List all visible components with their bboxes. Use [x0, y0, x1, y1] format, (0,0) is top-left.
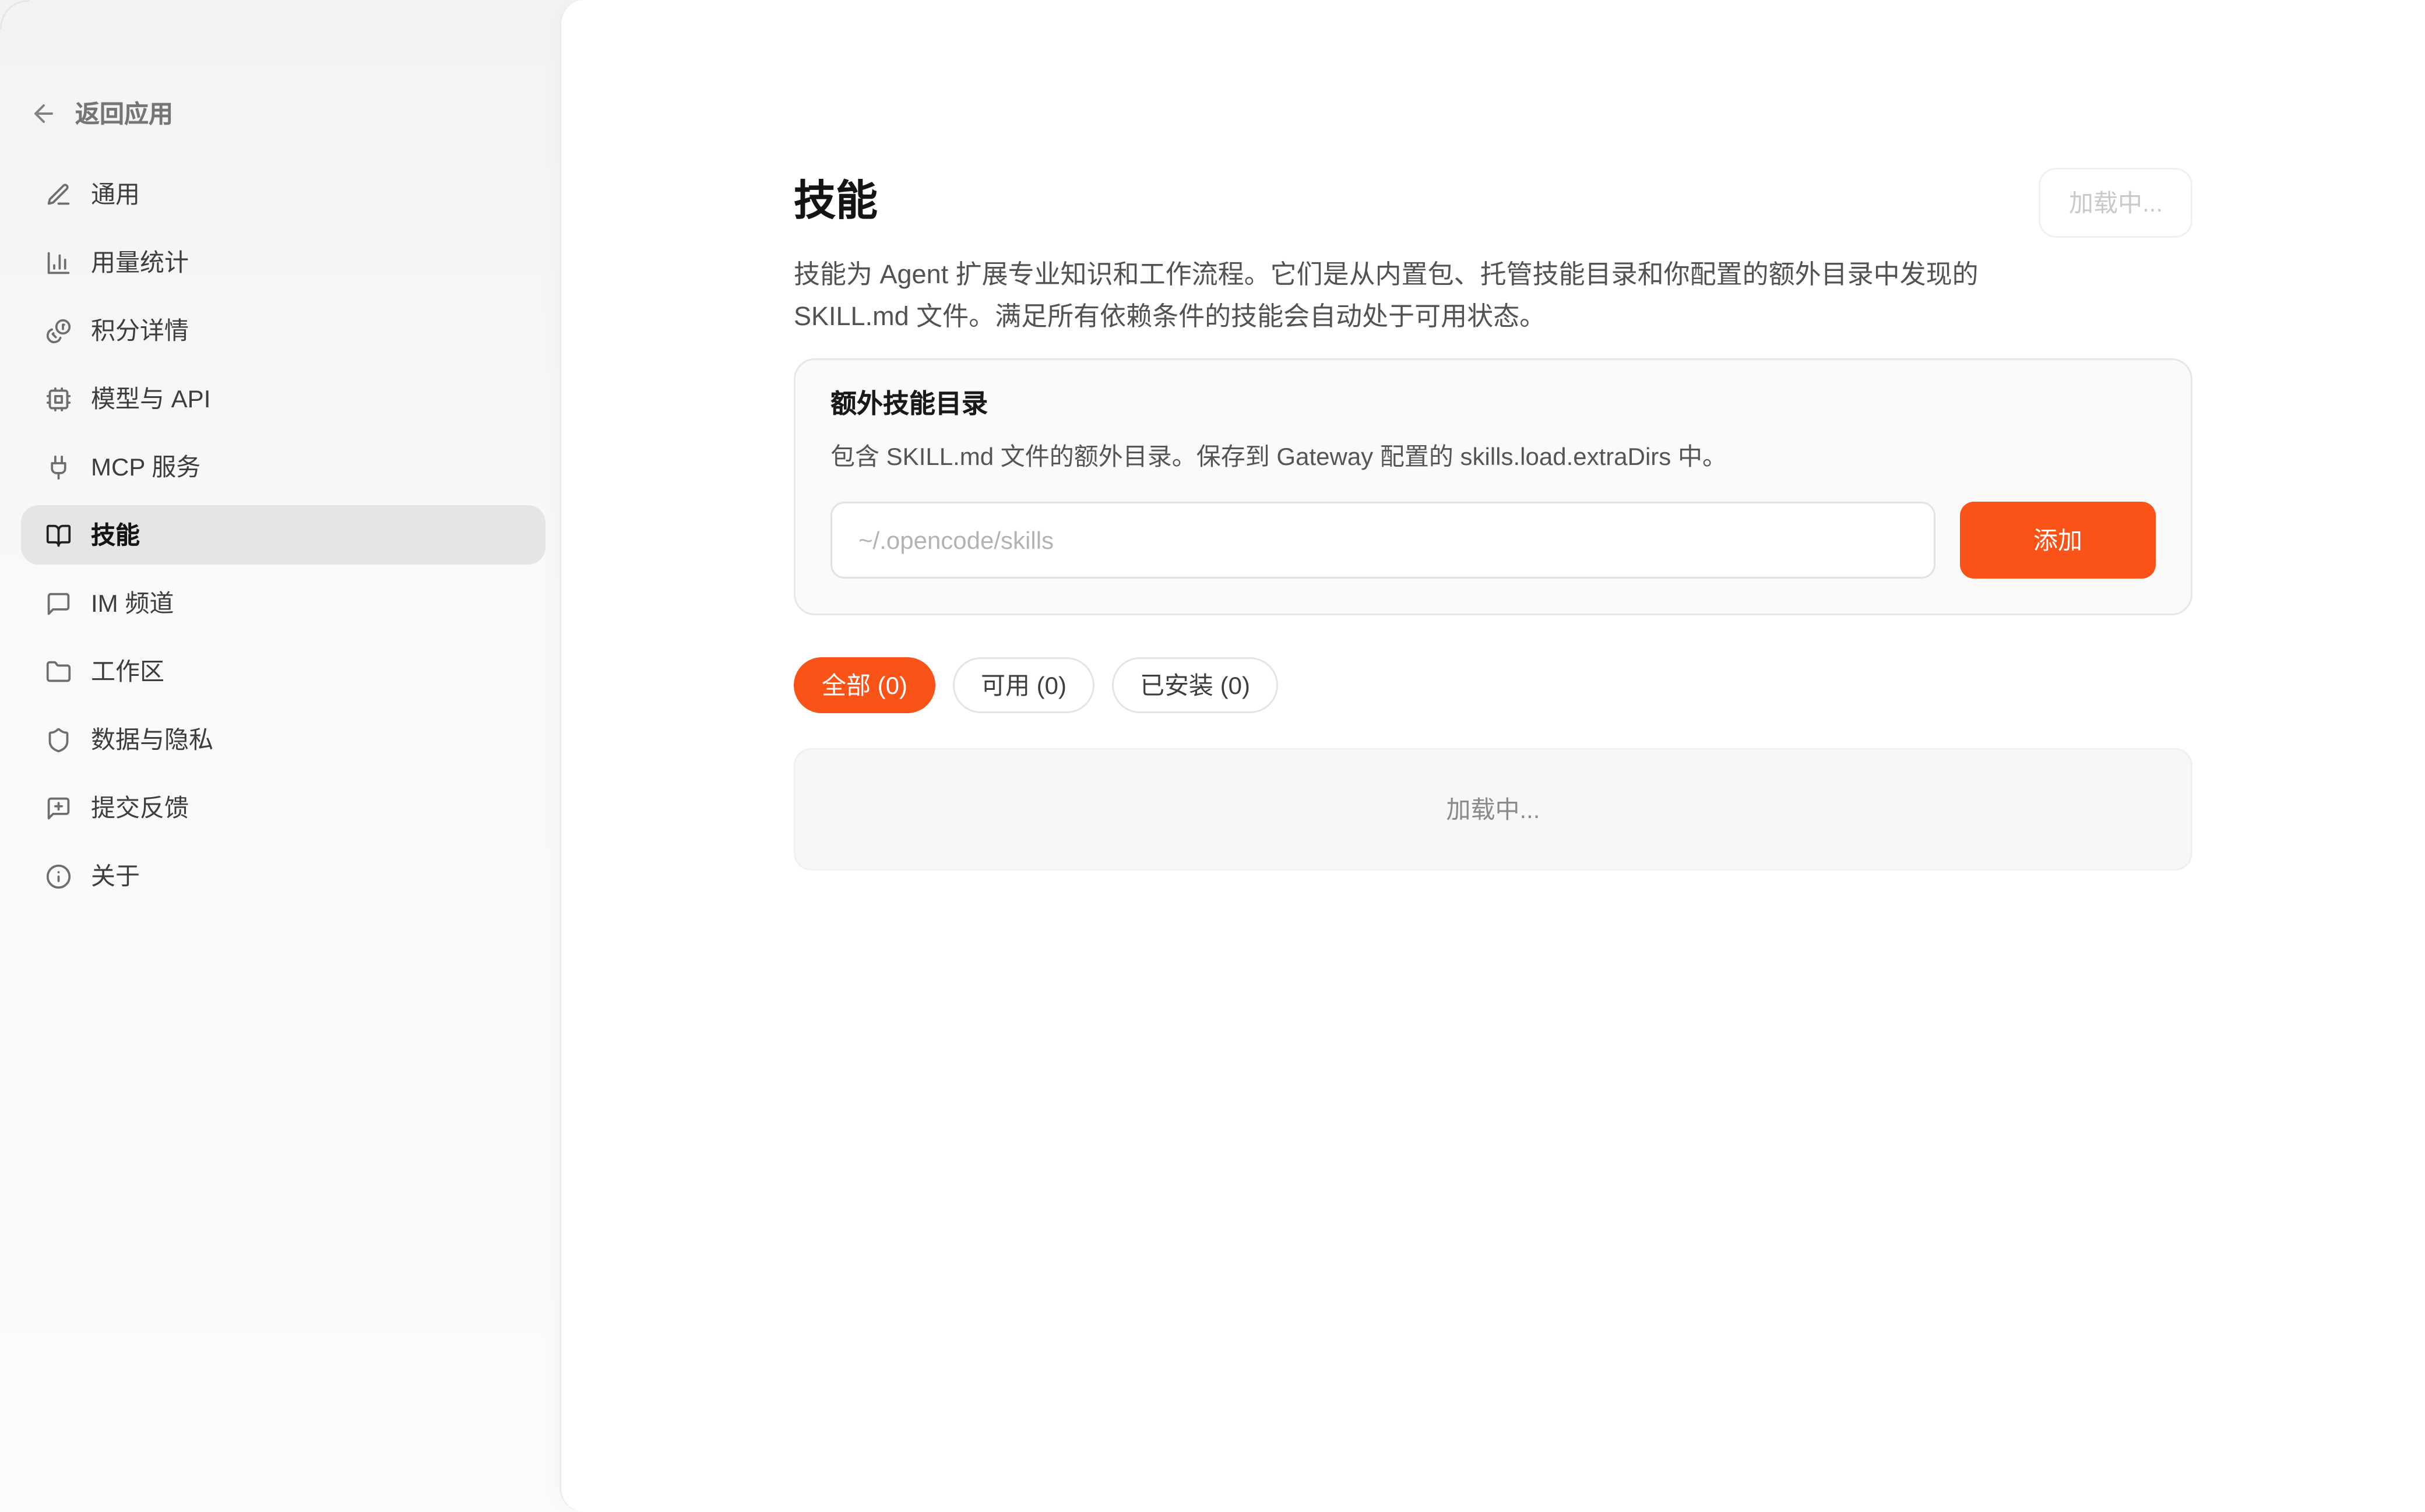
shield-icon — [45, 727, 72, 753]
sidebar-item-label: 技能 — [91, 517, 140, 552]
arrow-left-icon — [30, 100, 58, 128]
skills-page: 技能 加载中... 技能为 Agent 扩展专业知识和工作流程。它们是从内置包、… — [794, 0, 2192, 870]
sidebar-item-workspace[interactable]: 工作区 — [21, 642, 545, 701]
back-to-app-label: 返回应用 — [75, 96, 173, 131]
skill-list-loading-text: 加载中... — [1446, 792, 1540, 827]
sidebar-item-label: 用量统计 — [91, 245, 189, 280]
bar-chart-icon — [45, 249, 72, 276]
plug-icon — [45, 454, 72, 480]
page-title: 技能 — [794, 177, 878, 229]
sidebar-item-label: 通用 — [91, 177, 140, 212]
message-square-icon — [45, 590, 72, 616]
sidebar-item-general[interactable]: 通用 — [21, 164, 545, 224]
extra-skill-dirs-card: 额外技能目录 包含 SKILL.md 文件的额外目录。保存到 Gateway 配… — [794, 358, 2192, 615]
page-header: 技能 加载中... — [794, 168, 2192, 238]
filter-pill-all[interactable]: 全部 (0) — [794, 657, 935, 713]
card-title: 额外技能目录 — [830, 388, 2156, 423]
sidebar-item-label: 提交反馈 — [91, 790, 189, 825]
filter-pill-installed[interactable]: 已安装 (0) — [1112, 657, 1278, 713]
sidebar-item-label: 模型与 API — [91, 381, 210, 416]
pen-line-icon — [45, 181, 72, 207]
skill-filters: 全部 (0) 可用 (0) 已安装 (0) — [794, 657, 2192, 713]
sidebar-item-mcp[interactable]: MCP 服务 — [21, 437, 545, 496]
settings-window: 返回应用 通用 用量统计 积分详情 模型与 API MCP 服务 技能 IM 频… — [0, 0, 2425, 1512]
sidebar-item-models-api[interactable]: 模型与 API — [21, 369, 545, 428]
sidebar-item-label: 关于 — [91, 858, 140, 893]
book-open-icon — [45, 522, 72, 548]
sidebar-nav: 通用 用量统计 积分详情 模型与 API MCP 服务 技能 IM 频道 工作区… — [21, 164, 545, 905]
sidebar-item-credits[interactable]: 积分详情 — [21, 301, 545, 360]
add-directory-row: 添加 — [830, 502, 2156, 579]
info-icon — [45, 863, 72, 889]
main-panel: 技能 加载中... 技能为 Agent 扩展专业知识和工作流程。它们是从内置包、… — [559, 0, 2425, 1512]
sidebar: 返回应用 通用 用量统计 积分详情 模型与 API MCP 服务 技能 IM 频… — [0, 0, 584, 1512]
sidebar-item-skills[interactable]: 技能 — [21, 505, 545, 565]
folder-icon — [45, 658, 72, 685]
sidebar-item-about[interactable]: 关于 — [21, 846, 545, 905]
loading-status-badge[interactable]: 加载中... — [2039, 168, 2192, 238]
page-description: 技能为 Agent 扩展专业知识和工作流程。它们是从内置包、托管技能目录和你配置… — [794, 255, 2018, 339]
sidebar-item-label: 工作区 — [91, 654, 164, 689]
sidebar-item-label: IM 频道 — [91, 586, 174, 621]
sidebar-item-privacy[interactable]: 数据与隐私 — [21, 710, 545, 769]
sidebar-item-feedback[interactable]: 提交反馈 — [21, 778, 545, 837]
sidebar-item-label: 数据与隐私 — [91, 722, 213, 757]
sidebar-item-usage-stats[interactable]: 用量统计 — [21, 232, 545, 292]
sidebar-item-label: MCP 服务 — [91, 449, 200, 484]
filter-pill-available[interactable]: 可用 (0) — [953, 657, 1094, 713]
card-description: 包含 SKILL.md 文件的额外目录。保存到 Gateway 配置的 skil… — [830, 439, 2156, 474]
sidebar-item-label: 积分详情 — [91, 313, 189, 348]
back-to-app-button[interactable]: 返回应用 — [30, 96, 173, 131]
coins-icon — [45, 318, 72, 344]
directory-input[interactable] — [830, 502, 1935, 579]
add-button[interactable]: 添加 — [1960, 502, 2156, 579]
skill-list-loading-box: 加载中... — [794, 748, 2192, 870]
sidebar-item-im-channels[interactable]: IM 频道 — [21, 573, 545, 633]
cpu-icon — [45, 386, 72, 412]
message-square-plus-icon — [45, 795, 72, 821]
